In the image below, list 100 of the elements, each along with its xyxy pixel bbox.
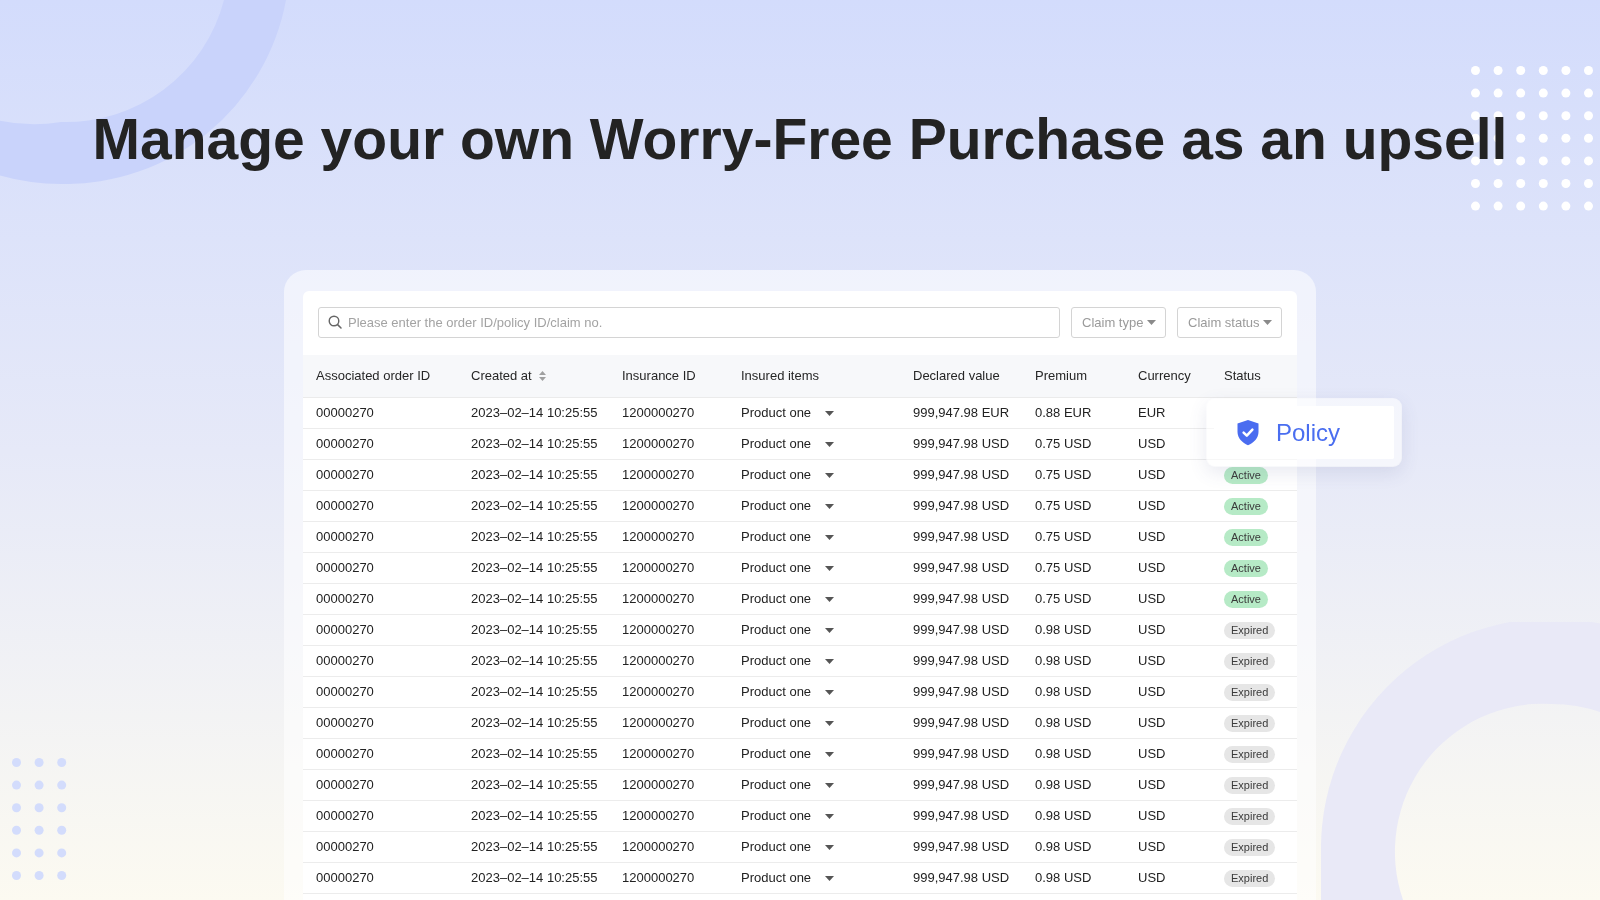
status-badge: Expired xyxy=(1224,807,1276,825)
page-title: Manage your own Worry-Free Purchase as an upsell xyxy=(92,106,1508,173)
table-cell-text: 999,947.98 USD xyxy=(913,807,1010,826)
table-cell-text: 00000270 xyxy=(316,528,374,547)
table-cell-text: 0.98 USD xyxy=(1035,869,1092,888)
table-cell-text: 1200000270 xyxy=(622,652,695,671)
table-cell-text: 0.75 USD xyxy=(1035,435,1092,454)
table-cell-text: 00000270 xyxy=(316,714,374,733)
table-cell-text: 00000270 xyxy=(316,404,374,423)
table-cell-text: USD xyxy=(1138,807,1166,826)
status-badge: Expired xyxy=(1224,869,1276,887)
item-dropdown[interactable]: Product one xyxy=(741,868,835,888)
table-cell-text: 2023–02–14 10:25:55 xyxy=(471,497,598,516)
search-field[interactable]: Please enter the order ID/policy ID/claim no. xyxy=(318,307,1060,338)
table-cell-text: 999,947.98 USD xyxy=(913,652,1010,671)
status-badge: Active xyxy=(1224,528,1268,546)
table-cell-text: 2023–02–14 10:25:55 xyxy=(471,559,598,578)
table-cell-text: 00000270 xyxy=(316,869,374,888)
table-cell-text: 2023–02–14 10:25:55 xyxy=(471,466,598,485)
item-dropdown[interactable]: Product one xyxy=(741,806,835,826)
table-cell-text: 0.98 USD xyxy=(1035,838,1092,857)
shield-check-icon xyxy=(1236,419,1260,446)
table-cell-text: 0.75 USD xyxy=(1035,497,1092,516)
item-dropdown[interactable]: Product one xyxy=(741,713,835,733)
item-dropdown[interactable]: Product one xyxy=(741,651,835,671)
table-cell-text: USD xyxy=(1138,590,1166,609)
caret-icon xyxy=(825,627,835,633)
item-dropdown[interactable]: Product one xyxy=(741,620,835,640)
table-cell-text: 999,947.98 USD xyxy=(913,559,1010,578)
table-cell-text: 999,947.98 USD xyxy=(913,435,1010,454)
table-cell-text: 00000270 xyxy=(316,838,374,857)
table-cell-text: 00000270 xyxy=(316,497,374,516)
caret-icon xyxy=(825,782,835,788)
caret-icon xyxy=(825,751,835,757)
caret-icon xyxy=(825,410,835,416)
table-cell-text: 1200000270 xyxy=(622,497,695,516)
table-cell-text: 999,947.98 USD xyxy=(913,745,1010,764)
column-header: Currency xyxy=(1138,367,1191,386)
item-dropdown[interactable]: Product one xyxy=(741,434,835,454)
item-dropdown[interactable]: Product one xyxy=(741,775,835,795)
table-cell-text: 2023–02–14 10:25:55 xyxy=(471,807,598,826)
status-badge: Active xyxy=(1224,559,1268,577)
status-badge: Expired xyxy=(1224,652,1276,670)
table-cell-text: USD xyxy=(1138,497,1166,516)
caret-icon xyxy=(825,565,835,571)
table-cell-text: 00000270 xyxy=(316,590,374,609)
table-cell-text: 00000270 xyxy=(316,466,374,485)
item-dropdown[interactable]: Product one xyxy=(741,744,835,764)
column-header: Insured items xyxy=(741,367,820,386)
table-cell-text: 0.88 EUR xyxy=(1035,404,1092,423)
table-cell-text: USD xyxy=(1138,652,1166,671)
item-dropdown[interactable]: Product one xyxy=(741,682,835,702)
caret-icon xyxy=(825,689,835,695)
column-header: Insurance ID xyxy=(622,367,696,386)
table-cell-text: 0.98 USD xyxy=(1035,745,1092,764)
table-cell-text: 00000270 xyxy=(316,807,374,826)
table-cell-text: 1200000270 xyxy=(622,745,695,764)
table-cell-text: 0.98 USD xyxy=(1035,683,1092,702)
search-icon xyxy=(328,315,342,329)
caret-icon xyxy=(825,844,835,850)
table-cell-text: 2023–02–14 10:25:55 xyxy=(471,590,598,609)
table-cell-text: 1200000270 xyxy=(622,807,695,826)
table-cell-text: 999,947.98 USD xyxy=(913,497,1010,516)
table-cell-text: 999,947.98 EUR xyxy=(913,404,1010,423)
caret-icon xyxy=(825,813,835,819)
table-cell-text: USD xyxy=(1138,776,1166,795)
table-cell-text: 999,947.98 USD xyxy=(913,838,1010,857)
table-cell-text: USD xyxy=(1138,528,1166,547)
item-dropdown[interactable]: Product one xyxy=(741,527,835,547)
status-badge: Expired xyxy=(1224,745,1276,763)
column-header[interactable]: Created at xyxy=(471,366,546,386)
status-badge: Active xyxy=(1224,590,1268,608)
item-dropdown[interactable]: Product one xyxy=(741,837,835,857)
table-cell-text: 1200000270 xyxy=(622,404,695,423)
status-badge: Expired xyxy=(1224,683,1276,701)
table-cell-text: USD xyxy=(1138,435,1166,454)
table-cell-text: 00000270 xyxy=(316,776,374,795)
item-dropdown[interactable]: Product one xyxy=(741,403,835,423)
table-cell-text: 2023–02–14 10:25:55 xyxy=(471,776,598,795)
caret-icon xyxy=(825,472,835,478)
table-cell-text: 2023–02–14 10:25:55 xyxy=(471,528,598,547)
status-badge: Expired xyxy=(1224,776,1276,794)
table-cell-text: 999,947.98 USD xyxy=(913,776,1010,795)
caret-icon xyxy=(825,875,835,881)
status-badge: Active xyxy=(1224,497,1268,515)
item-dropdown[interactable]: Product one xyxy=(741,496,835,516)
table-cell-text: EUR xyxy=(1138,404,1166,423)
column-header: Declared value xyxy=(913,367,1000,386)
table-cell-text: 1200000270 xyxy=(622,435,695,454)
item-dropdown[interactable]: Product one xyxy=(741,589,835,609)
column-header: Status xyxy=(1224,367,1261,386)
caret-icon xyxy=(825,534,835,540)
table-cell-text: 1200000270 xyxy=(622,776,695,795)
caret-icon xyxy=(825,658,835,664)
item-dropdown[interactable]: Product one xyxy=(741,465,835,485)
table-cell-text: 0.98 USD xyxy=(1035,776,1092,795)
caret-icon xyxy=(825,503,835,509)
item-dropdown[interactable]: Product one xyxy=(741,558,835,578)
table-cell-text: 00000270 xyxy=(316,559,374,578)
table-cell-text: 0.75 USD xyxy=(1035,559,1092,578)
